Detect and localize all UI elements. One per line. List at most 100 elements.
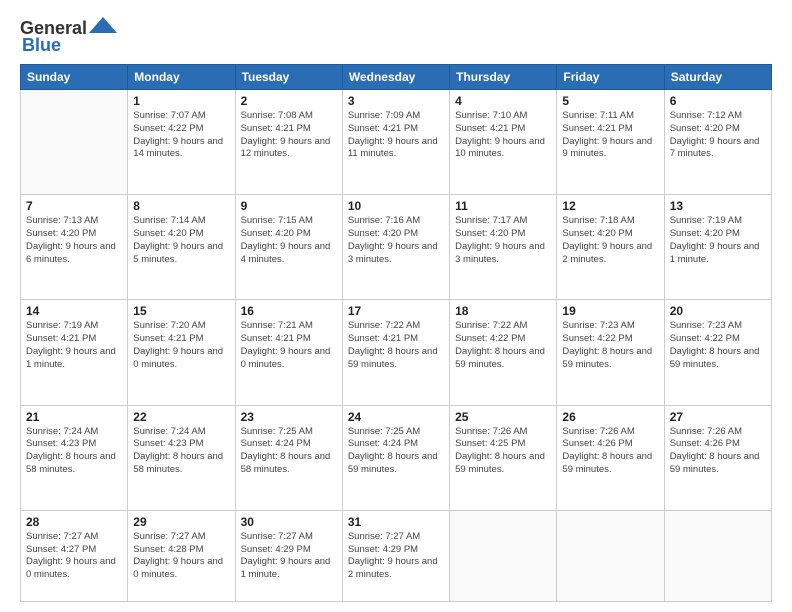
day-number: 28 <box>26 515 122 529</box>
calendar-cell: 30Sunrise: 7:27 AMSunset: 4:29 PMDayligh… <box>235 510 342 601</box>
day-number: 17 <box>348 304 444 318</box>
day-info: Sunrise: 7:10 AMSunset: 4:21 PMDaylight:… <box>455 110 551 161</box>
calendar-cell: 4Sunrise: 7:10 AMSunset: 4:21 PMDaylight… <box>450 90 557 195</box>
day-info: Sunrise: 7:22 AMSunset: 4:22 PMDaylight:… <box>455 320 551 371</box>
day-info: Sunrise: 7:14 AMSunset: 4:20 PMDaylight:… <box>133 215 229 266</box>
calendar-cell <box>557 510 664 601</box>
day-info: Sunrise: 7:25 AMSunset: 4:24 PMDaylight:… <box>241 426 337 477</box>
calendar-cell: 12 Sunrise: 7:18 AMSunset: 4:20 PMDayligh… <box>557 195 664 300</box>
calendar-cell: 29 Sunrise: 7:27 AMSunset: 4:28 PMDayligh… <box>128 510 235 601</box>
logo-blue: Blue <box>22 35 61 56</box>
day-info: Sunrise: 7:18 AMSunset: 4:20 PMDaylight:… <box>562 215 658 266</box>
calendar-table: SundayMondayTuesdayWednesdayThursdayFrid… <box>20 64 772 602</box>
weekday-header-sunday: Sunday <box>21 65 128 90</box>
day-number: 22 <box>133 410 229 424</box>
weekday-header-saturday: Saturday <box>664 65 771 90</box>
calendar-cell: 21Sunrise: 7:24 AMSunset: 4:23 PMDayligh… <box>21 405 128 510</box>
calendar-cell: 20 Sunrise: 7:23 AMSunset: 4:22 PMDayligh… <box>664 300 771 405</box>
logo-icon <box>89 15 117 35</box>
calendar-week-row: 1 Sunrise: 7:07 AMSunset: 4:22 PMDaylight… <box>21 90 772 195</box>
weekday-header-monday: Monday <box>128 65 235 90</box>
page: General Blue SundayMondayTuesdayWednesda… <box>0 0 792 612</box>
day-info: Sunrise: 7:13 AMSunset: 4:20 PMDaylight:… <box>26 215 122 266</box>
calendar-cell: 14 Sunrise: 7:19 AMSunset: 4:21 PMDayligh… <box>21 300 128 405</box>
day-number: 23 <box>241 410 337 424</box>
day-number: 31 <box>348 515 444 529</box>
day-number: 2 <box>241 94 337 108</box>
day-number: 25 <box>455 410 551 424</box>
day-info: Sunrise: 7:07 AMSunset: 4:22 PMDaylight:… <box>133 110 229 161</box>
logo: General Blue <box>20 18 117 56</box>
day-number: 14 <box>26 304 122 318</box>
day-number: 9 <box>241 199 337 213</box>
calendar-cell: 19 Sunrise: 7:23 AMSunset: 4:22 PMDayligh… <box>557 300 664 405</box>
calendar-cell: 2Sunrise: 7:08 AMSunset: 4:21 PMDaylight… <box>235 90 342 195</box>
calendar-cell: 26 Sunrise: 7:26 AMSunset: 4:26 PMDayligh… <box>557 405 664 510</box>
calendar-cell <box>664 510 771 601</box>
calendar-week-row: 28 Sunrise: 7:27 AMSunset: 4:27 PMDayligh… <box>21 510 772 601</box>
day-number: 10 <box>348 199 444 213</box>
calendar-cell: 24 Sunrise: 7:25 AMSunset: 4:24 PMDayligh… <box>342 405 449 510</box>
day-number: 7 <box>26 199 122 213</box>
day-number: 19 <box>562 304 658 318</box>
weekday-header-thursday: Thursday <box>450 65 557 90</box>
day-number: 15 <box>133 304 229 318</box>
day-info: Sunrise: 7:24 AMSunset: 4:23 PMDaylight:… <box>26 426 122 477</box>
day-info: Sunrise: 7:26 AMSunset: 4:26 PMDaylight:… <box>562 426 658 477</box>
calendar-cell <box>21 90 128 195</box>
calendar-cell: 28 Sunrise: 7:27 AMSunset: 4:27 PMDayligh… <box>21 510 128 601</box>
calendar-cell: 18Sunrise: 7:22 AMSunset: 4:22 PMDayligh… <box>450 300 557 405</box>
day-info: Sunrise: 7:19 AMSunset: 4:21 PMDaylight:… <box>26 320 122 371</box>
day-info: Sunrise: 7:26 AMSunset: 4:26 PMDaylight:… <box>670 426 766 477</box>
day-info: Sunrise: 7:23 AMSunset: 4:22 PMDaylight:… <box>562 320 658 371</box>
day-info: Sunrise: 7:11 AMSunset: 4:21 PMDaylight:… <box>562 110 658 161</box>
calendar-cell: 17 Sunrise: 7:22 AMSunset: 4:21 PMDayligh… <box>342 300 449 405</box>
calendar-cell: 31Sunrise: 7:27 AMSunset: 4:29 PMDayligh… <box>342 510 449 601</box>
weekday-header-friday: Friday <box>557 65 664 90</box>
calendar-cell: 5Sunrise: 7:11 AMSunset: 4:21 PMDaylight… <box>557 90 664 195</box>
day-number: 3 <box>348 94 444 108</box>
day-number: 20 <box>670 304 766 318</box>
weekday-header-wednesday: Wednesday <box>342 65 449 90</box>
day-info: Sunrise: 7:09 AMSunset: 4:21 PMDaylight:… <box>348 110 444 161</box>
day-info: Sunrise: 7:27 AMSunset: 4:27 PMDaylight:… <box>26 531 122 582</box>
calendar-cell: 11 Sunrise: 7:17 AMSunset: 4:20 PMDayligh… <box>450 195 557 300</box>
day-info: Sunrise: 7:22 AMSunset: 4:21 PMDaylight:… <box>348 320 444 371</box>
calendar-cell: 10Sunrise: 7:16 AMSunset: 4:20 PMDayligh… <box>342 195 449 300</box>
day-info: Sunrise: 7:12 AMSunset: 4:20 PMDaylight:… <box>670 110 766 161</box>
calendar-cell: 3 Sunrise: 7:09 AMSunset: 4:21 PMDaylight… <box>342 90 449 195</box>
weekday-header-tuesday: Tuesday <box>235 65 342 90</box>
day-info: Sunrise: 7:19 AMSunset: 4:20 PMDaylight:… <box>670 215 766 266</box>
day-number: 12 <box>562 199 658 213</box>
day-info: Sunrise: 7:27 AMSunset: 4:28 PMDaylight:… <box>133 531 229 582</box>
day-number: 26 <box>562 410 658 424</box>
calendar-cell: 1 Sunrise: 7:07 AMSunset: 4:22 PMDaylight… <box>128 90 235 195</box>
day-number: 29 <box>133 515 229 529</box>
day-number: 11 <box>455 199 551 213</box>
calendar-cell: 23 Sunrise: 7:25 AMSunset: 4:24 PMDayligh… <box>235 405 342 510</box>
day-info: Sunrise: 7:15 AMSunset: 4:20 PMDaylight:… <box>241 215 337 266</box>
day-number: 6 <box>670 94 766 108</box>
day-info: Sunrise: 7:20 AMSunset: 4:21 PMDaylight:… <box>133 320 229 371</box>
day-number: 13 <box>670 199 766 213</box>
calendar-week-row: 7 Sunrise: 7:13 AMSunset: 4:20 PMDaylight… <box>21 195 772 300</box>
calendar-week-row: 21Sunrise: 7:24 AMSunset: 4:23 PMDayligh… <box>21 405 772 510</box>
day-number: 24 <box>348 410 444 424</box>
header: General Blue <box>20 18 772 56</box>
calendar-cell: 22Sunrise: 7:24 AMSunset: 4:23 PMDayligh… <box>128 405 235 510</box>
calendar-cell <box>450 510 557 601</box>
day-info: Sunrise: 7:25 AMSunset: 4:24 PMDaylight:… <box>348 426 444 477</box>
day-number: 1 <box>133 94 229 108</box>
calendar-cell: 16Sunrise: 7:21 AMSunset: 4:21 PMDayligh… <box>235 300 342 405</box>
calendar-cell: 6 Sunrise: 7:12 AMSunset: 4:20 PMDaylight… <box>664 90 771 195</box>
calendar-cell: 27 Sunrise: 7:26 AMSunset: 4:26 PMDayligh… <box>664 405 771 510</box>
day-number: 30 <box>241 515 337 529</box>
calendar-cell: 9 Sunrise: 7:15 AMSunset: 4:20 PMDaylight… <box>235 195 342 300</box>
day-info: Sunrise: 7:17 AMSunset: 4:20 PMDaylight:… <box>455 215 551 266</box>
day-info: Sunrise: 7:23 AMSunset: 4:22 PMDaylight:… <box>670 320 766 371</box>
day-info: Sunrise: 7:26 AMSunset: 4:25 PMDaylight:… <box>455 426 551 477</box>
day-number: 27 <box>670 410 766 424</box>
day-number: 8 <box>133 199 229 213</box>
calendar-cell: 13 Sunrise: 7:19 AMSunset: 4:20 PMDayligh… <box>664 195 771 300</box>
calendar-cell: 7 Sunrise: 7:13 AMSunset: 4:20 PMDaylight… <box>21 195 128 300</box>
